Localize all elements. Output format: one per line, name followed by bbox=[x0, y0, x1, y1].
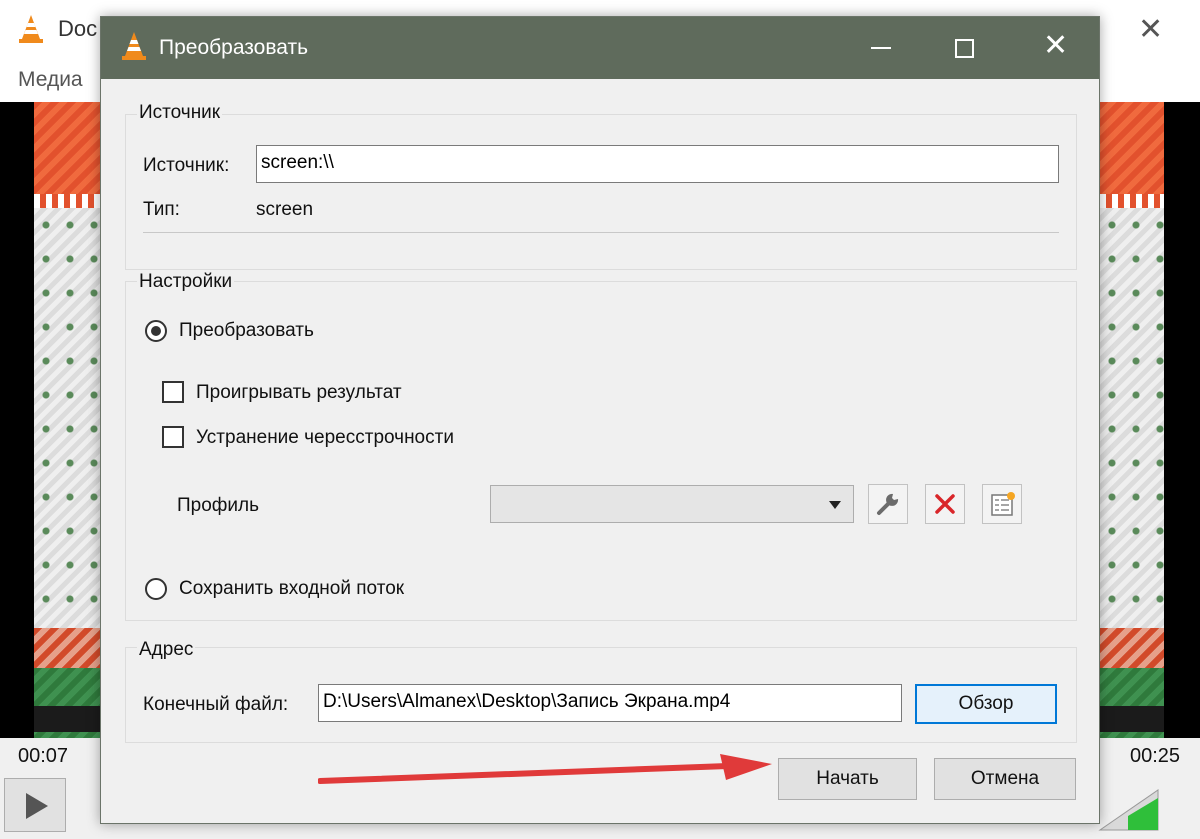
minimize-icon[interactable] bbox=[835, 17, 927, 79]
deinterlace-checkbox[interactable] bbox=[162, 426, 184, 448]
convert-dialog: Преобразовать ✕ Источник Источник: scree… bbox=[100, 16, 1100, 824]
address-group-title: Адрес bbox=[137, 639, 196, 661]
settings-group-title: Настройки bbox=[137, 271, 235, 293]
convert-radio-label[interactable]: Преобразовать bbox=[179, 320, 314, 342]
new-profile-icon bbox=[991, 492, 1015, 516]
dialog-title: Преобразовать bbox=[159, 36, 309, 59]
destination-label: Конечный файл: bbox=[143, 694, 289, 715]
save-stream-label[interactable]: Сохранить входной поток bbox=[179, 578, 404, 600]
source-separator bbox=[143, 232, 1059, 233]
destination-input[interactable]: D:\Users\Almanex\Desktop\Запись Экрана.m… bbox=[318, 684, 902, 722]
video-taskbar-strip-right bbox=[1100, 706, 1164, 732]
cancel-button[interactable]: Отмена bbox=[934, 758, 1076, 800]
wrench-icon bbox=[877, 493, 899, 515]
delete-x-icon bbox=[935, 494, 955, 514]
close-icon[interactable]: ✕ bbox=[1007, 17, 1099, 79]
volume-icon[interactable] bbox=[1098, 784, 1162, 832]
type-label: Тип: bbox=[143, 199, 180, 220]
time-total: 00:25 bbox=[1130, 745, 1181, 767]
background-close-icon[interactable]: ✕ bbox=[1138, 12, 1163, 47]
chevron-down-icon bbox=[829, 501, 841, 509]
video-frame-right bbox=[1100, 102, 1164, 738]
video-taskbar-strip-left bbox=[34, 706, 104, 732]
type-value: screen bbox=[256, 199, 314, 220]
time-elapsed: 00:07 bbox=[18, 745, 69, 767]
delete-profile-button[interactable] bbox=[925, 484, 965, 524]
convert-radio[interactable] bbox=[145, 320, 167, 342]
annotation-arrow bbox=[318, 754, 772, 784]
source-label: Источник: bbox=[143, 155, 230, 176]
edit-profile-button[interactable] bbox=[868, 484, 908, 524]
source-group bbox=[125, 114, 1077, 270]
save-stream-radio[interactable] bbox=[145, 578, 167, 600]
new-profile-button[interactable] bbox=[982, 484, 1022, 524]
profile-select[interactable] bbox=[490, 485, 854, 523]
source-group-title: Источник bbox=[137, 102, 223, 124]
vlc-cone-icon bbox=[19, 15, 43, 43]
menu-item-media[interactable]: Медиа bbox=[18, 68, 83, 92]
video-frame-left bbox=[34, 102, 104, 738]
maximize-icon[interactable] bbox=[919, 17, 1011, 79]
play-result-checkbox[interactable] bbox=[162, 381, 184, 403]
play-icon[interactable] bbox=[4, 778, 66, 832]
source-input[interactable]: screen:\\ bbox=[256, 145, 1059, 183]
background-window-title: Doc bbox=[58, 16, 98, 41]
browse-button[interactable]: Обзор bbox=[915, 684, 1057, 724]
deinterlace-label[interactable]: Устранение чересстрочности bbox=[196, 427, 454, 449]
profile-label: Профиль bbox=[177, 495, 260, 516]
vlc-cone-icon bbox=[122, 32, 146, 60]
start-button[interactable]: Начать bbox=[778, 758, 917, 800]
play-result-label[interactable]: Проигрывать результат bbox=[196, 382, 402, 404]
